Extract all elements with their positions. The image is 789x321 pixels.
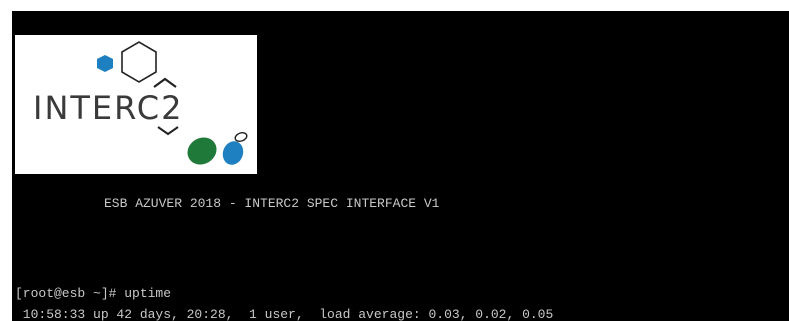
hexagon-molecule-logo-icon: INTERC2 bbox=[33, 41, 248, 165]
terminal-window[interactable]: INTERC2 ESB AZUVER 2018 - INTERC2 SPEC I… bbox=[12, 11, 789, 321]
banner-text: ESB AZUVER 2018 - INTERC2 SPEC INTERFACE… bbox=[104, 196, 440, 211]
command-text: uptime bbox=[124, 286, 172, 301]
prompt-line[interactable]: [root@esb ~]# uptime bbox=[15, 286, 171, 302]
shell-prompt: [root@esb ~]# bbox=[15, 286, 125, 301]
chevron-up-icon bbox=[153, 77, 177, 88]
interc2-logo: INTERC2 bbox=[15, 35, 257, 174]
logo-wordmark: INTERC2 bbox=[33, 89, 183, 127]
uptime-output: 10:58:33 up 42 days, 20:28, 1 user, load… bbox=[15, 307, 554, 321]
outline-hexagon-large-icon bbox=[121, 41, 157, 83]
chevron-down-icon bbox=[157, 126, 179, 136]
blue-ellipse-icon bbox=[222, 141, 244, 165]
green-ellipse-icon bbox=[187, 137, 217, 165]
small-outline-oval-icon bbox=[234, 132, 248, 142]
blue-hexagon-small-icon bbox=[97, 55, 113, 72]
